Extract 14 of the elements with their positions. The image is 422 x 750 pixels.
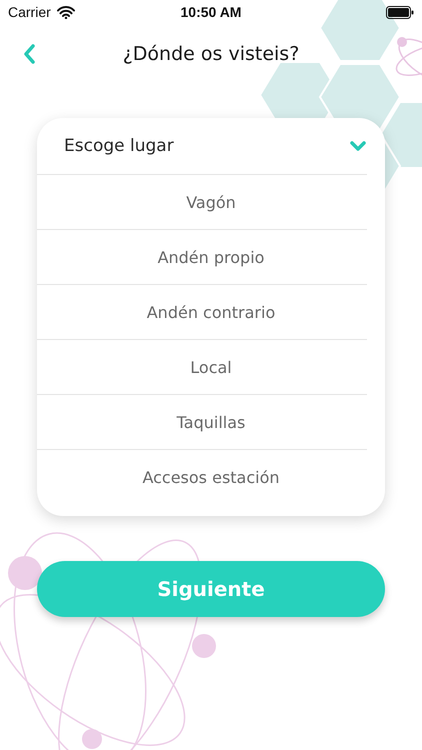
- battery-icon: [386, 6, 414, 18]
- carrier-name: Carrier: [8, 4, 51, 20]
- dropdown-option[interactable]: Andén propio: [37, 229, 367, 284]
- wifi-icon: [56, 6, 75, 18]
- back-chevron-icon: [22, 43, 36, 65]
- screen-title: ¿Dónde os visteis?: [122, 43, 300, 65]
- dropdown-option[interactable]: Andén contrario: [37, 284, 367, 339]
- status-time: 10:50 AM: [180, 4, 242, 20]
- dropdown-option[interactable]: Vagón: [37, 174, 367, 229]
- dropdown-option[interactable]: Taquillas: [37, 394, 367, 449]
- dropdown-header[interactable]: Escoge lugar: [37, 118, 367, 174]
- dropdown-option[interactable]: Accesos estación: [37, 449, 367, 504]
- chevron-down-icon: [349, 140, 367, 152]
- dropdown-option[interactable]: Local: [37, 339, 367, 394]
